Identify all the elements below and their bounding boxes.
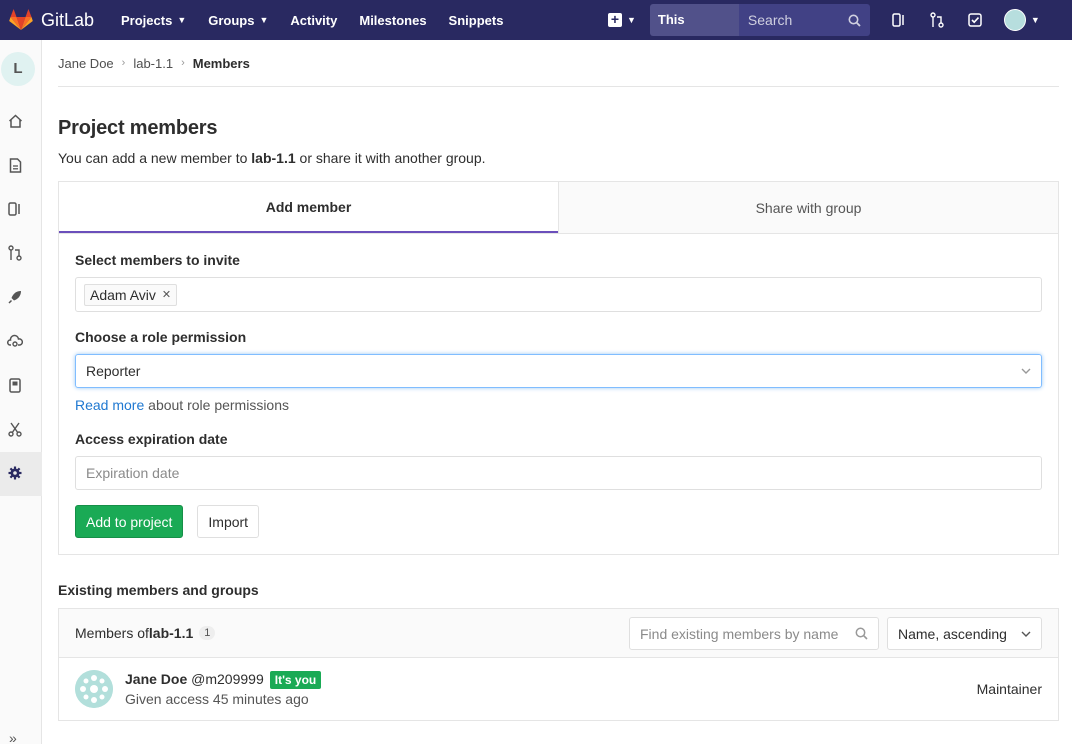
tab-share-with-group[interactable]: Share with group [558, 182, 1058, 233]
todo-checkbox-icon[interactable] [966, 11, 984, 29]
page-title: Project members [58, 117, 218, 139]
sort-dropdown[interactable]: Name, ascending [887, 617, 1042, 650]
add-to-project-button[interactable]: Add to project [75, 505, 184, 538]
role-selected-value: Reporter [86, 363, 141, 379]
intro-project-name: lab-1.1 [251, 150, 296, 166]
search-form: This project [649, 4, 870, 36]
project-sidebar: L » [0, 40, 42, 746]
selected-member-token: Adam Aviv ✕ [84, 283, 178, 306]
header-tools: + ▼ This project ▼ [608, 4, 1040, 36]
select-members-label: Select members to invite [75, 252, 240, 268]
intro-suffix: or share it with another group. [295, 150, 486, 166]
nav-milestones-label: Milestones [359, 12, 427, 28]
sort-label: Name, ascending [898, 625, 1007, 642]
expiration-label: Access expiration date [75, 431, 228, 447]
top-navbar: GitLab Projects ▼ Groups ▼ Activity Milest… [0, 0, 1072, 40]
rocket-icon[interactable] [6, 288, 24, 306]
member-username: @m209999 [191, 671, 264, 687]
member-avatar[interactable] [75, 670, 113, 708]
chevron-down-icon: ▼ [627, 15, 636, 25]
plus-icon: + [608, 12, 622, 27]
find-members-input[interactable]: Find existing members by name [629, 617, 879, 650]
chevron-down-icon: ▼ [177, 15, 187, 25]
breadcrumb-owner[interactable]: Jane Doe [58, 56, 114, 71]
merge-request-icon[interactable] [928, 11, 946, 29]
brand-name: GitLab [41, 9, 95, 30]
members-select-input[interactable]: Adam Aviv ✕ [75, 277, 1042, 312]
intro-prefix: You can add a new member to [58, 150, 252, 166]
chevron-down-icon: ▼ [259, 15, 269, 25]
read-more-link[interactable]: Read more [75, 397, 144, 413]
selected-member-name: Adam Aviv [90, 286, 156, 303]
breadcrumb-project[interactable]: lab-1.1 [133, 56, 173, 71]
member-row: Jane Doe @m209999 It's you Given access 4… [59, 658, 1058, 720]
member-name[interactable]: Jane Doe [125, 671, 187, 687]
its-you-badge: It's you [269, 671, 322, 689]
nav-milestones[interactable]: Milestones [359, 13, 426, 28]
search-input[interactable] [747, 12, 848, 28]
breadcrumb-separator-icon: › [181, 57, 185, 69]
search-scope-badge[interactable]: This project [649, 4, 739, 36]
chevron-down-icon: ▼ [1030, 15, 1040, 25]
nav-activity[interactable]: Activity [290, 13, 337, 28]
user-menu[interactable]: ▼ [984, 9, 1040, 31]
nav-snippets[interactable]: Snippets [449, 13, 504, 28]
breadcrumb-current[interactable]: Members [193, 56, 250, 71]
role-help-suffix: about role permissions [144, 397, 290, 413]
member-info: Jane Doe @m209999 It's you Given access 4… [125, 671, 322, 707]
project-avatar[interactable]: L [1, 52, 35, 86]
role-permission-select[interactable]: Reporter [75, 354, 1042, 388]
tab-add-member[interactable]: Add member [59, 182, 558, 233]
merge-request-icon[interactable] [6, 244, 24, 262]
search-icon [855, 627, 868, 640]
member-count-badge: 1 [199, 626, 216, 640]
role-permission-label: Choose a role permission [75, 329, 247, 345]
member-name-line: Jane Doe @m209999 It's you [125, 671, 322, 689]
breadcrumb-separator-icon: › [121, 57, 126, 69]
gitlab-home-link[interactable]: GitLab [9, 9, 109, 31]
import-button[interactable]: Import [197, 505, 260, 538]
members-list-panel: Members of lab-1.1 1 Find existing membe… [58, 608, 1059, 721]
search-box [738, 4, 870, 36]
add-member-panel: Add member Share with group Select membe… [58, 181, 1059, 555]
add-member-form: Select members to invite Adam Aviv ✕ Cho… [59, 234, 1058, 554]
member-tabs: Add member Share with group [59, 182, 1058, 234]
members-project-name: lab-1.1 [148, 625, 194, 641]
role-help-text: Read more about role permissions [75, 397, 1042, 413]
issues-icon[interactable] [6, 200, 24, 218]
operations-cloud-icon[interactable] [6, 332, 24, 350]
nav-groups-label: Groups [208, 12, 255, 28]
expiration-date-input[interactable]: Expiration date [75, 456, 1042, 490]
settings-gear-icon[interactable] [6, 464, 24, 482]
member-role: Maintainer [976, 681, 1042, 697]
issues-icon[interactable] [890, 11, 908, 29]
intro-text: You can add a new member to lab-1.1 or s… [58, 150, 1059, 166]
breadcrumb: Jane Doe › lab-1.1 › Members [58, 40, 1059, 87]
remove-token-icon[interactable]: ✕ [162, 288, 171, 301]
existing-members-title: Existing members and groups [58, 582, 259, 598]
main-nav: Projects ▼ Groups ▼ Activity Milestones Sn… [121, 13, 525, 28]
member-access-time: Given access 45 minutes ago [125, 691, 309, 707]
snippets-scissors-icon[interactable] [6, 420, 24, 438]
chevron-down-icon [1021, 368, 1031, 374]
nav-projects[interactable]: Projects ▼ [121, 13, 186, 28]
members-of-prefix: Members of [75, 625, 149, 641]
search-icon [848, 14, 861, 27]
main-content: Jane Doe › lab-1.1 › Members Project mem… [58, 40, 1059, 721]
find-members-placeholder: Find existing members by name [640, 625, 839, 642]
gitlab-logo-icon [9, 9, 33, 30]
nav-snippets-label: Snippets [448, 12, 504, 28]
user-avatar [1003, 9, 1026, 31]
chevron-down-icon [1021, 631, 1031, 637]
members-list-header: Members of lab-1.1 1 Find existing membe… [59, 609, 1058, 658]
nav-groups[interactable]: Groups ▼ [208, 13, 268, 28]
nav-projects-label: Projects [121, 12, 173, 28]
wiki-book-icon[interactable] [6, 376, 24, 394]
home-icon[interactable] [6, 112, 24, 130]
form-actions: Add to project Import [75, 505, 1042, 538]
repository-icon[interactable] [6, 156, 24, 174]
new-item-dropdown[interactable]: + ▼ [608, 12, 636, 27]
nav-activity-label: Activity [290, 12, 338, 28]
